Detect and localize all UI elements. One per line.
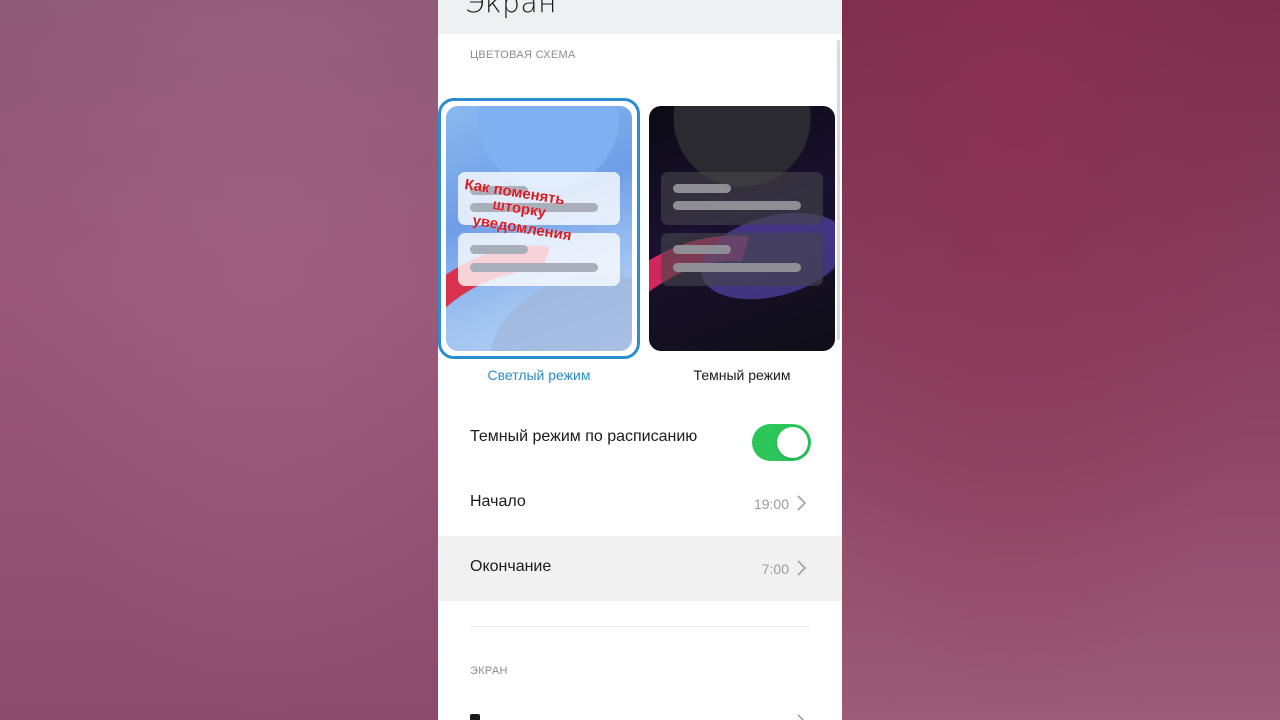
notification-title-bar: [673, 245, 731, 254]
background-left: [0, 0, 438, 720]
dark-theme-label[interactable]: Темный режим: [649, 367, 835, 383]
start-time-row[interactable]: Начало 19:00: [438, 471, 842, 536]
header: Экран: [438, 0, 842, 34]
notification-text-bar: [673, 263, 801, 272]
notification-text-bar: [470, 263, 598, 272]
scheduled-dark-mode-label: Темный режим по расписанию: [470, 428, 698, 445]
notification-text-bar: [673, 201, 801, 210]
color-scheme-section-label: ЦВЕТОВАЯ СХЕМА: [470, 49, 576, 61]
cut-off-label: [470, 714, 480, 720]
next-setting-row[interactable]: [438, 696, 842, 720]
light-theme-label[interactable]: Светлый режим: [446, 367, 632, 383]
notification-title-bar: [673, 184, 731, 193]
screen-section-label: ЭКРАН: [470, 665, 508, 677]
scheduled-dark-mode-row[interactable]: Темный режим по расписанию: [438, 406, 842, 471]
end-time-value: 7:00: [761, 561, 789, 577]
notification-preview: [661, 172, 823, 225]
dark-theme-preview[interactable]: [649, 106, 835, 351]
scrollbar[interactable]: [837, 40, 840, 340]
chevron-right-icon: [797, 714, 805, 720]
background-right: [842, 0, 1280, 720]
settings-screen: Экран ЦВЕТОВАЯ СХЕМА Как поменять шторку…: [438, 0, 842, 720]
notification-preview: [661, 233, 823, 286]
light-theme-preview[interactable]: Как поменять шторку уведомления: [446, 106, 632, 351]
start-time-value: 19:00: [753, 496, 789, 512]
end-time-row[interactable]: Окончание 7:00: [438, 536, 842, 601]
chevron-right-icon: [797, 495, 807, 511]
chevron-right-icon: [797, 560, 807, 576]
page-title: Экран: [465, 0, 557, 19]
scheduled-dark-mode-toggle[interactable]: [752, 424, 811, 461]
notification-title-bar: [470, 245, 528, 254]
divider: [470, 626, 810, 627]
start-time-label: Начало: [470, 493, 526, 510]
notification-preview: [458, 233, 620, 286]
end-time-label: Окончание: [470, 558, 552, 575]
toggle-knob: [777, 427, 808, 458]
